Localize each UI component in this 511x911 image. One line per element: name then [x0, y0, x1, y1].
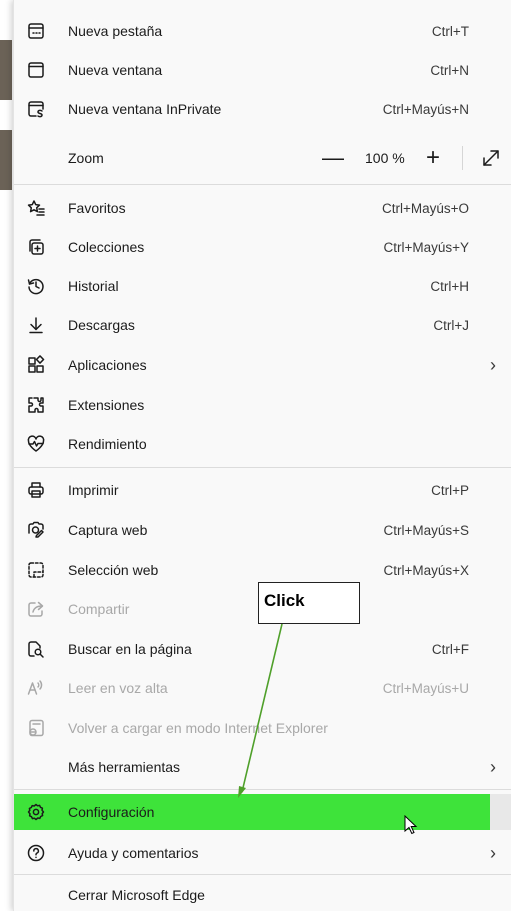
menu-item-label: Historial [68, 278, 119, 294]
menu-item-inprivate[interactable]: Nueva ventana InPrivate Ctrl+Mayús+N [14, 90, 511, 128]
menu-item-more-tools[interactable]: Más herramientas › [14, 748, 511, 786]
collections-icon [22, 233, 50, 261]
zoom-label: Zoom [68, 150, 104, 166]
share-icon [22, 595, 50, 623]
menu-item-find[interactable]: Buscar en la página Ctrl+F [14, 630, 511, 668]
favorites-icon [22, 194, 50, 222]
menu-item-label: Selección web [68, 562, 159, 578]
menu-separator [14, 184, 511, 185]
menu-separator [14, 789, 511, 790]
fullscreen-icon[interactable] [480, 147, 502, 169]
menu-item-label: Descargas [68, 317, 135, 333]
menu-item-label: Volver a cargar en modo Internet Explore… [68, 720, 328, 736]
shortcut-text: Ctrl+Mayús+Y [383, 239, 469, 255]
menu-item-label: Aplicaciones [68, 357, 147, 373]
menu-item-extensions[interactable]: Extensiones [14, 386, 511, 424]
shortcut-text: Ctrl+Mayús+X [383, 562, 469, 578]
browser-settings-menu: Nueva pestaña Ctrl+T Nueva ventana Ctrl+… [13, 0, 511, 911]
menu-item-new-window[interactable]: Nueva ventana Ctrl+N [14, 51, 511, 89]
read-aloud-icon [22, 674, 50, 702]
menu-item-help[interactable]: Ayuda y comentarios › [14, 834, 511, 872]
menu-item-label: Nueva ventana InPrivate [68, 101, 222, 117]
menu-item-label: Ayuda y comentarios [68, 845, 199, 861]
menu-item-apps[interactable]: Aplicaciones › [14, 346, 511, 384]
web-capture-icon [22, 516, 50, 544]
menu-item-performance[interactable]: Rendimiento [14, 425, 511, 463]
menu-item-label: Captura web [68, 522, 148, 538]
menu-item-label: Configuración [68, 804, 155, 820]
shortcut-text: Ctrl+Mayús+N [382, 101, 469, 117]
menu-item-label: Cerrar Microsoft Edge [68, 886, 205, 903]
performance-icon [22, 430, 50, 458]
extensions-icon [22, 391, 50, 419]
help-icon [22, 839, 50, 867]
shortcut-text: Ctrl+P [431, 482, 469, 498]
menu-item-label: Nueva ventana [68, 62, 163, 78]
shortcut-text: Ctrl+Mayús+S [383, 522, 469, 538]
new-window-icon [22, 56, 50, 84]
history-icon [22, 272, 50, 300]
menu-item-label: Compartir [68, 601, 130, 617]
menu-item-label: Extensiones [68, 397, 145, 413]
menu-item-label: Más herramientas [68, 759, 181, 775]
menu-separator [14, 874, 511, 875]
menu-item-print[interactable]: Imprimir Ctrl+P [14, 471, 511, 509]
downloads-icon [22, 311, 50, 339]
annotation-text: Click [264, 591, 305, 610]
chevron-right-icon: › [490, 354, 496, 375]
shortcut-text: Ctrl+H [430, 278, 469, 294]
menu-item-history[interactable]: Historial Ctrl+H [14, 267, 511, 305]
menu-item-downloads[interactable]: Descargas Ctrl+J [14, 306, 511, 344]
annotation-callout: Click [258, 582, 360, 624]
menu-item-label: Nueva pestaña [68, 23, 163, 39]
zoom-out-button[interactable]: — [322, 147, 344, 169]
new-tab-icon [22, 17, 50, 45]
menu-item-new-tab[interactable]: Nueva pestaña Ctrl+T [14, 12, 511, 50]
menu-item-label: Colecciones [68, 239, 145, 255]
menu-item-label: Rendimiento [68, 436, 147, 452]
menu-item-collections[interactable]: Colecciones Ctrl+Mayús+Y [14, 228, 511, 266]
zoom-in-button[interactable]: + [426, 146, 440, 170]
menu-item-hover-background [490, 794, 511, 830]
shortcut-text: Ctrl+Mayús+U [382, 680, 469, 696]
inprivate-icon [22, 95, 50, 123]
menu-item-label: Leer en voz alta [68, 680, 168, 696]
settings-icon [22, 798, 50, 826]
background-page-strip [0, 40, 12, 100]
print-icon [22, 476, 50, 504]
shortcut-text: Ctrl+Mayús+O [381, 200, 469, 216]
menu-separator [14, 467, 511, 468]
menu-item-web-capture[interactable]: Captura web Ctrl+Mayús+S [14, 511, 511, 549]
background-page-strip [0, 130, 12, 190]
mouse-cursor-icon [404, 815, 418, 835]
ie-mode-icon [22, 714, 50, 742]
shortcut-text: Ctrl+N [430, 62, 469, 78]
web-select-icon [22, 556, 50, 584]
chevron-right-icon: › [490, 756, 496, 777]
divider [462, 146, 463, 170]
shortcut-text: Ctrl+T [431, 23, 469, 39]
menu-item-read-aloud: Leer en voz alta Ctrl+Mayús+U [14, 669, 511, 707]
find-icon [22, 635, 50, 663]
menu-item-label: Favoritos [68, 200, 126, 216]
menu-item-zoom: Zoom — 100 % + [14, 139, 511, 177]
menu-item-close-edge[interactable]: Cerrar Microsoft Edge [14, 878, 511, 911]
shortcut-text: Ctrl+F [431, 641, 469, 657]
menu-item-favorites[interactable]: Favoritos Ctrl+Mayús+O [14, 189, 511, 227]
menu-item-label: Imprimir [68, 482, 119, 498]
shortcut-text: Ctrl+J [433, 317, 469, 333]
zoom-value: 100 % [365, 150, 405, 166]
chevron-right-icon: › [490, 842, 496, 863]
menu-item-label: Buscar en la página [68, 641, 192, 657]
menu-item-ie-mode: Volver a cargar en modo Internet Explore… [14, 709, 511, 747]
apps-icon [22, 351, 50, 379]
